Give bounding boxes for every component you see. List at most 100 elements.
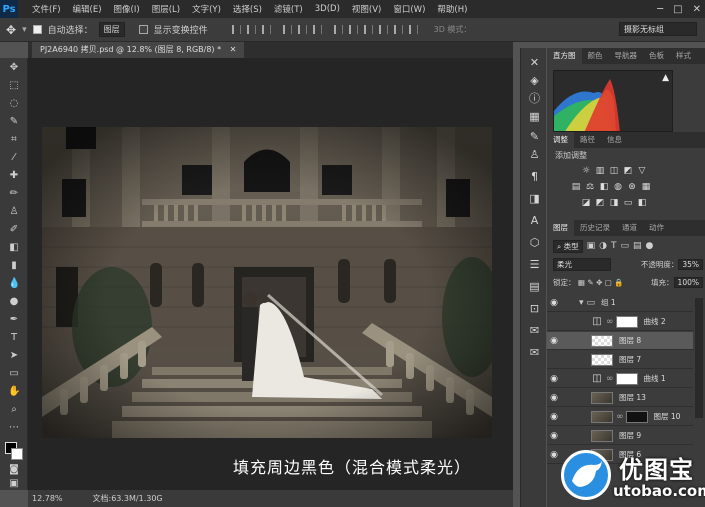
layer-name[interactable]: 曲线 2 — [644, 316, 666, 327]
eyedropper-tool-icon[interactable]: ⁄ — [8, 152, 20, 164]
align-right-icon[interactable] — [312, 25, 322, 34]
tab-swatches[interactable]: 色板 — [643, 48, 670, 64]
distribute-left-icon[interactable] — [378, 25, 388, 34]
filter-kind-dropdown[interactable]: ⌕ 类型 — [553, 239, 583, 253]
visibility-eye-icon[interactable]: ◉ — [547, 336, 561, 346]
pen-tool-icon[interactable]: ✒ — [8, 314, 20, 326]
clone-source-panel-icon[interactable]: ♙ — [528, 148, 541, 161]
distribute-hcenter-icon[interactable] — [393, 25, 403, 34]
shape-tool-icon[interactable]: ▭ — [8, 368, 20, 380]
align-bottom-icon[interactable] — [261, 25, 271, 34]
eraser-tool-icon[interactable]: ◧ — [8, 242, 20, 254]
document-tab[interactable]: PJ2A6940 拷贝.psd @ 12.8% (图层 8, RGB/8) * … — [32, 42, 245, 58]
tool-preset-icon[interactable]: ▾ — [22, 25, 27, 35]
menu-view[interactable]: 视图(V) — [346, 3, 387, 15]
tool-presets-panel-icon[interactable]: ◨ — [528, 192, 541, 205]
distribute-vcenter-icon[interactable] — [348, 25, 358, 34]
menu-select[interactable]: 选择(S) — [227, 3, 268, 15]
histogram-warning-icon[interactable]: ▲ — [662, 73, 669, 83]
layer-row[interactable]: ◉ ◫ ∞ 曲线 1 — [547, 370, 693, 388]
3d-panel-icon[interactable]: ⬡ — [528, 236, 541, 249]
quick-select-tool-icon[interactable]: ✎ — [8, 116, 20, 128]
align-hcenter-icon[interactable] — [297, 25, 307, 34]
notes-panel-icon[interactable]: ✉ — [528, 346, 541, 359]
timeline-panel-icon[interactable]: ⊡ — [528, 302, 541, 315]
filter-smart-icon[interactable]: ▤ — [633, 241, 642, 251]
lasso-tool-icon[interactable]: ◌ — [8, 98, 20, 110]
menu-edit[interactable]: 编辑(E) — [67, 3, 108, 15]
history-brush-tool-icon[interactable]: ✐ — [8, 224, 20, 236]
layer-name[interactable]: 组 1 — [601, 297, 616, 308]
menu-filter[interactable]: 滤镜(T) — [268, 3, 309, 15]
crop-tool-icon[interactable]: ⌗ — [8, 134, 20, 146]
layer-mask-thumbnail[interactable] — [615, 372, 638, 385]
align-vcenter-icon[interactable] — [246, 25, 256, 34]
tab-color[interactable]: 颜色 — [582, 48, 609, 64]
layer-thumbnail[interactable] — [591, 410, 613, 423]
opacity-input[interactable]: 35% — [678, 258, 703, 270]
libraries-panel-icon[interactable]: ▤ — [528, 280, 541, 293]
selective-color-icon[interactable]: ◧ — [637, 198, 647, 208]
filter-toggle-icon[interactable]: ● — [646, 241, 654, 251]
layer-row[interactable]: ◉ ▾ ▭ 组 1 — [547, 294, 693, 312]
photo-filter-icon[interactable]: ◍ — [613, 182, 623, 192]
visibility-eye-icon[interactable]: ◉ — [547, 374, 561, 384]
layer-mask-thumbnail[interactable] — [625, 410, 648, 423]
screen-mode-icon[interactable]: ▣ — [8, 478, 20, 490]
layer-name[interactable]: 图层 10 — [654, 411, 681, 422]
marquee-tool-icon[interactable]: ⬚ — [8, 80, 20, 92]
close-icon[interactable]: ✕ — [693, 4, 701, 15]
show-transform-checkbox[interactable] — [138, 25, 148, 34]
paragraph-panel-icon[interactable]: ¶ — [528, 170, 541, 183]
blend-mode-dropdown[interactable]: 柔光 — [553, 257, 611, 271]
invert-icon[interactable]: ◪ — [581, 198, 591, 208]
threshold-icon[interactable]: ◨ — [609, 198, 619, 208]
brush-panel-icon[interactable]: ✎ — [528, 130, 541, 143]
expand-group-icon[interactable]: ▾ — [579, 298, 584, 308]
gradient-map-icon[interactable]: ▭ — [623, 198, 633, 208]
background-color-swatch[interactable] — [11, 448, 23, 460]
vibrance-icon[interactable]: ▽ — [637, 166, 647, 176]
tab-paths[interactable]: 路径 — [574, 132, 601, 148]
tab-channels[interactable]: 通道 — [616, 220, 643, 236]
tab-info[interactable]: 信息 — [601, 132, 628, 148]
brush-tool-icon[interactable]: ✏ — [8, 188, 20, 200]
layer-row[interactable]: ◉ 图层 13 — [547, 389, 693, 407]
properties-panel-icon[interactable]: ☰ — [528, 258, 541, 271]
more-tools-icon[interactable]: ⋯ — [8, 422, 20, 434]
workspace-dropdown[interactable]: 摄影无标组 — [619, 22, 697, 36]
tab-actions[interactable]: 动作 — [643, 220, 670, 236]
menu-image[interactable]: 图像(I) — [108, 3, 146, 15]
minimize-icon[interactable]: ─ — [657, 4, 663, 15]
tab-history[interactable]: 历史记录 — [574, 220, 616, 236]
zoom-level[interactable]: 12.78% — [32, 494, 63, 503]
filter-pixel-icon[interactable]: ▣ — [587, 241, 596, 251]
menu-type[interactable]: 文字(Y) — [186, 3, 227, 15]
fill-input[interactable]: 100% — [673, 276, 703, 288]
visibility-eye-icon[interactable]: ◉ — [547, 412, 561, 422]
menu-window[interactable]: 窗口(W) — [387, 3, 431, 15]
path-select-tool-icon[interactable]: ➤ — [8, 350, 20, 362]
color-lookup-icon[interactable]: ▦ — [641, 182, 651, 192]
type-tool-icon[interactable]: T — [8, 332, 20, 344]
lock-all-icon[interactable]: 🔒 — [614, 278, 623, 287]
visibility-eye-icon[interactable]: ◉ — [547, 431, 561, 441]
quick-mask-icon[interactable]: ◙ — [8, 464, 20, 476]
collapse-panels-icon[interactable]: ✕ — [528, 56, 541, 69]
align-top-icon[interactable] — [231, 25, 241, 34]
layer-thumbnail[interactable] — [591, 391, 613, 404]
distribute-top-icon[interactable] — [333, 25, 343, 34]
menu-help[interactable]: 帮助(H) — [431, 3, 473, 15]
lock-position-icon[interactable]: ✥ — [596, 278, 602, 287]
align-left-icon[interactable] — [282, 25, 292, 34]
comments-panel-icon[interactable]: ✉ — [528, 324, 541, 337]
layer-mask-thumbnail[interactable] — [615, 315, 638, 328]
filter-shape-icon[interactable]: ▭ — [620, 241, 629, 251]
tab-adjustments[interactable]: 调整 — [547, 132, 574, 148]
menu-layer[interactable]: 图层(L) — [146, 3, 186, 15]
color-balance-icon[interactable]: ⚖ — [585, 182, 595, 192]
blur-tool-icon[interactable]: 💧 — [8, 278, 20, 290]
canvas-area[interactable]: 填充周边黑色（混合模式柔光） — [28, 58, 513, 490]
move-tool-icon[interactable]: ✥ — [8, 62, 20, 74]
healing-brush-tool-icon[interactable]: ✚ — [8, 170, 20, 182]
